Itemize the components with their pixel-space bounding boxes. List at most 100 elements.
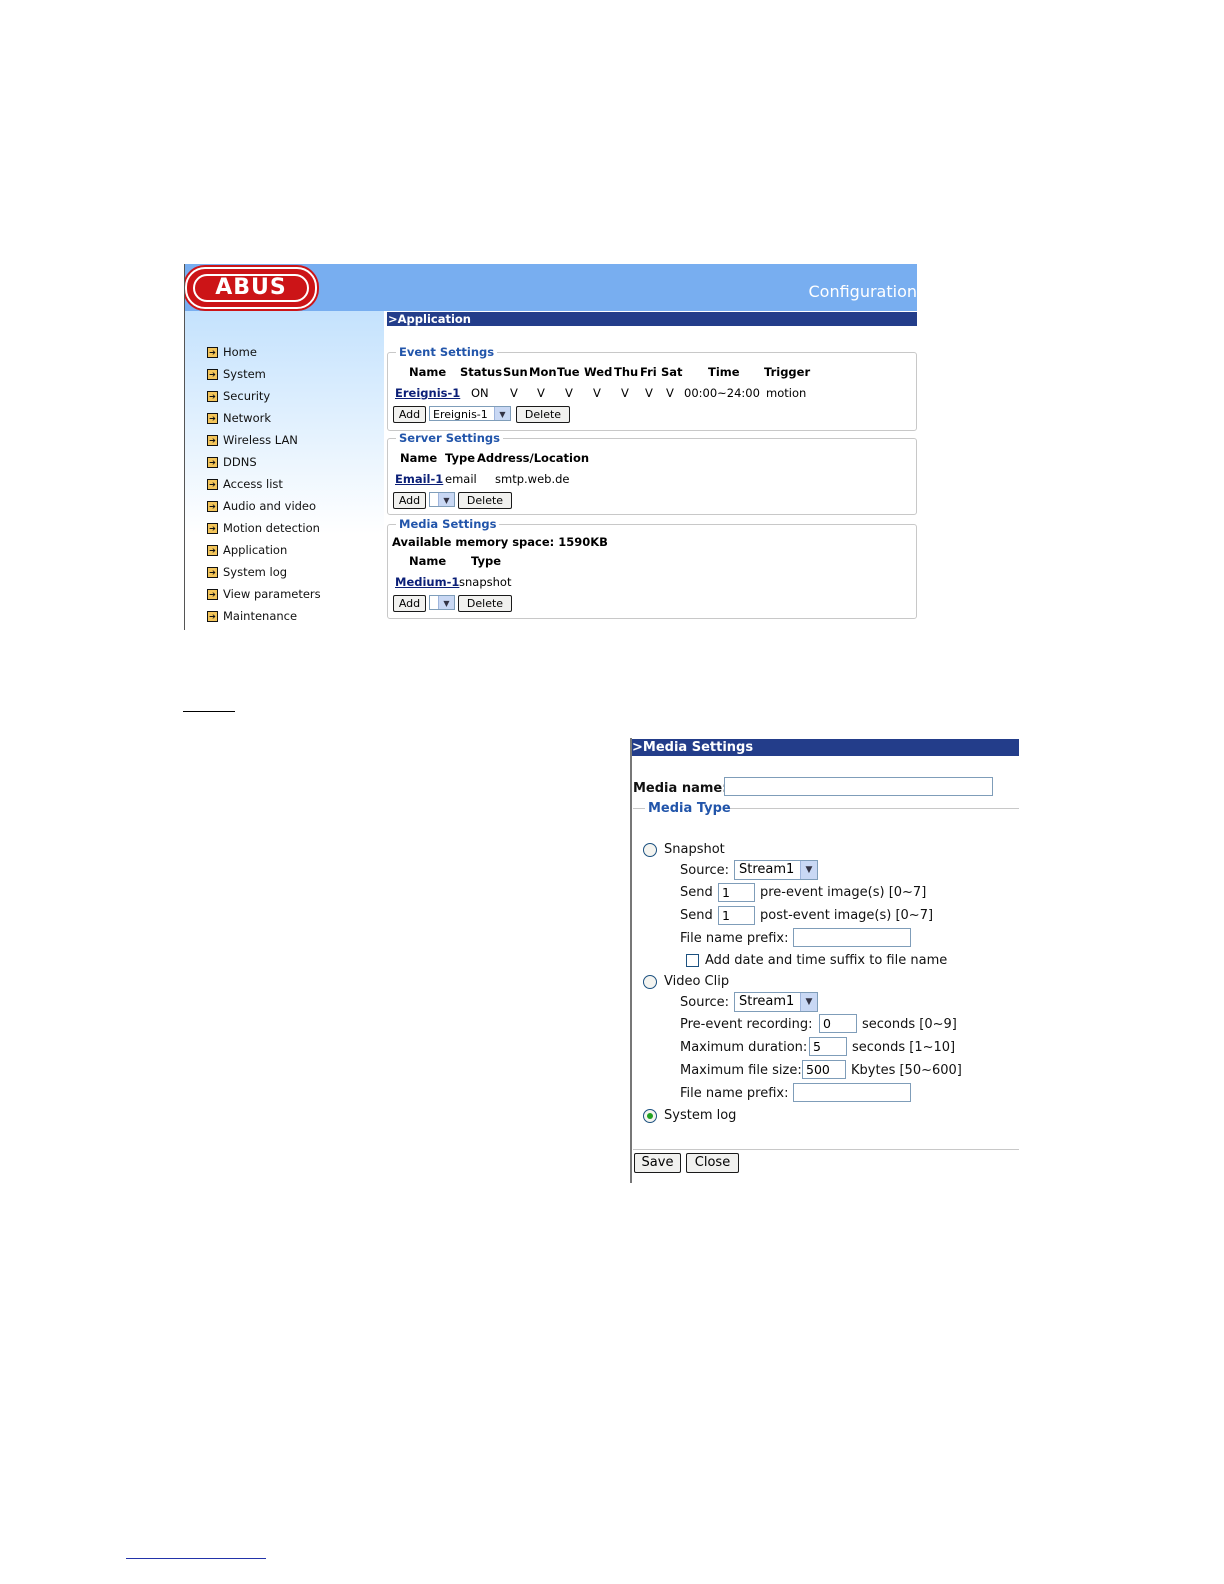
event-add-button[interactable]: Add (393, 406, 426, 423)
server-select[interactable]: ▼ (429, 492, 455, 507)
sidebar-item-security[interactable]: ➔ Security (207, 388, 321, 410)
divider-line (183, 711, 235, 712)
snapshot-label: Snapshot (664, 842, 725, 857)
media-type-legend: Media Type (648, 801, 731, 816)
application-config-screenshot: ABUS Configuration ➔ Home ➔ System ➔ Securi… (184, 264, 917, 630)
event-day-sat: V (666, 386, 674, 400)
video-clip-label: Video Clip (664, 974, 730, 989)
column-header: Name (409, 554, 447, 568)
arrow-icon: ➔ (207, 347, 218, 358)
video-prefix-label: File name prefix: (680, 1086, 789, 1101)
sidebar-item-maintenance[interactable]: ➔ Maintenance (207, 608, 321, 630)
date-time-suffix-checkbox[interactable] (686, 954, 699, 967)
media-name-label: Media name: (633, 781, 728, 796)
event-day-tue: V (565, 386, 573, 400)
sidebar-item-wireless-lan[interactable]: ➔ Wireless LAN (207, 432, 321, 454)
maximum-file-size-label: Maximum file size: (680, 1063, 802, 1078)
save-button[interactable]: Save (634, 1153, 681, 1173)
maximum-duration-label: Maximum duration: (680, 1040, 808, 1055)
video-source-label: Source: (680, 995, 730, 1010)
snapshot-prefix-label: File name prefix: (680, 931, 789, 946)
snapshot-radio[interactable] (643, 843, 657, 857)
event-day-thu: V (621, 386, 629, 400)
media-delete-button[interactable]: Delete (458, 595, 512, 612)
date-time-suffix-label: Add date and time suffix to file name (705, 953, 948, 968)
event-name-link[interactable]: Ereignis-1 (395, 386, 460, 400)
pre-event-images-input[interactable]: 1 (718, 883, 755, 902)
sidebar-item-network[interactable]: ➔ Network (207, 410, 321, 432)
server-add-button[interactable]: Add (393, 492, 426, 509)
media-type: snapshot (459, 575, 512, 589)
sidebar-item-motion-detection[interactable]: ➔ Motion detection (207, 520, 321, 542)
media-select[interactable]: ▼ (429, 595, 455, 610)
sidebar-item-home[interactable]: ➔ Home (207, 344, 321, 366)
column-header: Wed (584, 365, 613, 379)
video-prefix-input[interactable] (793, 1083, 911, 1102)
post-event-images-label: post-event image(s) [0~7] (760, 908, 934, 923)
sidebar-item-audio-video[interactable]: ➔ Audio and video (207, 498, 321, 520)
close-button[interactable]: Close (686, 1153, 739, 1173)
media-name-link[interactable]: Medium-1 (395, 575, 459, 589)
event-time: 00:00~24:00 (684, 386, 760, 400)
divider-line (633, 1149, 1019, 1150)
event-settings-legend: Event Settings (399, 345, 495, 359)
maximum-duration-input[interactable]: 5 (809, 1037, 847, 1056)
server-name-link[interactable]: Email-1 (395, 472, 443, 486)
event-delete-button[interactable]: Delete (516, 406, 570, 423)
column-header: Status (460, 365, 503, 379)
dialog-title: >Media Settings (632, 739, 1019, 756)
system-log-label: System log (664, 1108, 737, 1123)
event-select[interactable]: Ereignis-1 ▼ (429, 406, 511, 421)
server-delete-button[interactable]: Delete (458, 492, 512, 509)
video-source-select[interactable]: Stream1 ▼ (734, 992, 818, 1012)
snapshot-send-label: Send (680, 885, 713, 900)
memory-space: Available memory space: 1590KB (392, 535, 608, 549)
pre-event-recording-input[interactable]: 0 (819, 1014, 857, 1033)
column-header: Name (409, 365, 447, 379)
arrow-icon: ➔ (207, 589, 218, 600)
snapshot-send-label: Send (680, 908, 713, 923)
arrow-icon: ➔ (207, 457, 218, 468)
maximum-file-size-unit: Kbytes [50~600] (851, 1063, 962, 1078)
media-name-input[interactable] (724, 777, 993, 796)
column-header: Mon (529, 365, 557, 379)
chevron-down-icon: ▼ (438, 493, 454, 506)
maximum-file-size-input[interactable]: 500 (802, 1060, 846, 1079)
snapshot-source-select[interactable]: Stream1 ▼ (734, 860, 818, 880)
arrow-icon: ➔ (207, 369, 218, 380)
sidebar-item-application[interactable]: ➔ Application (207, 542, 321, 564)
chevron-down-icon: ▼ (800, 861, 817, 879)
chevron-down-icon: ▼ (494, 407, 510, 420)
snapshot-prefix-input[interactable] (793, 928, 911, 947)
post-event-images-input[interactable]: 1 (718, 906, 755, 925)
sidebar-item-system[interactable]: ➔ System (207, 366, 321, 388)
abus-logo: ABUS (185, 267, 317, 309)
arrow-icon: ➔ (207, 567, 218, 578)
page-title: >Application (387, 312, 917, 326)
arrow-icon: ➔ (207, 501, 218, 512)
event-day-mon: V (537, 386, 545, 400)
sidebar-item-ddns[interactable]: ➔ DDNS (207, 454, 321, 476)
header-title: Configuration (808, 282, 917, 301)
video-clip-radio[interactable] (643, 975, 657, 989)
arrow-icon: ➔ (207, 391, 218, 402)
column-header: Sun (503, 365, 528, 379)
column-header: Trigger (764, 365, 811, 379)
divider-line (633, 808, 645, 809)
maximum-duration-unit: seconds [1~10] (852, 1040, 956, 1055)
sidebar-item-system-log[interactable]: ➔ System log (207, 564, 321, 586)
media-settings-legend: Media Settings (399, 517, 497, 531)
column-header: Tue (557, 365, 580, 379)
media-add-button[interactable]: Add (393, 595, 426, 612)
sidebar-item-access-list[interactable]: ➔ Access list (207, 476, 321, 498)
event-trigger: motion (766, 386, 807, 400)
system-log-radio[interactable] (643, 1109, 657, 1123)
sidebar-item-view-parameters[interactable]: ➔ View parameters (207, 586, 321, 608)
pre-event-recording-label: Pre-event recording: (680, 1017, 813, 1032)
server-type: email (445, 472, 477, 486)
pre-event-images-label: pre-event image(s) [0~7] (760, 885, 927, 900)
header-bar: ABUS Configuration (184, 264, 917, 311)
chevron-down-icon: ▼ (800, 993, 817, 1011)
arrow-icon: ➔ (207, 545, 218, 556)
column-header: Name (400, 451, 438, 465)
